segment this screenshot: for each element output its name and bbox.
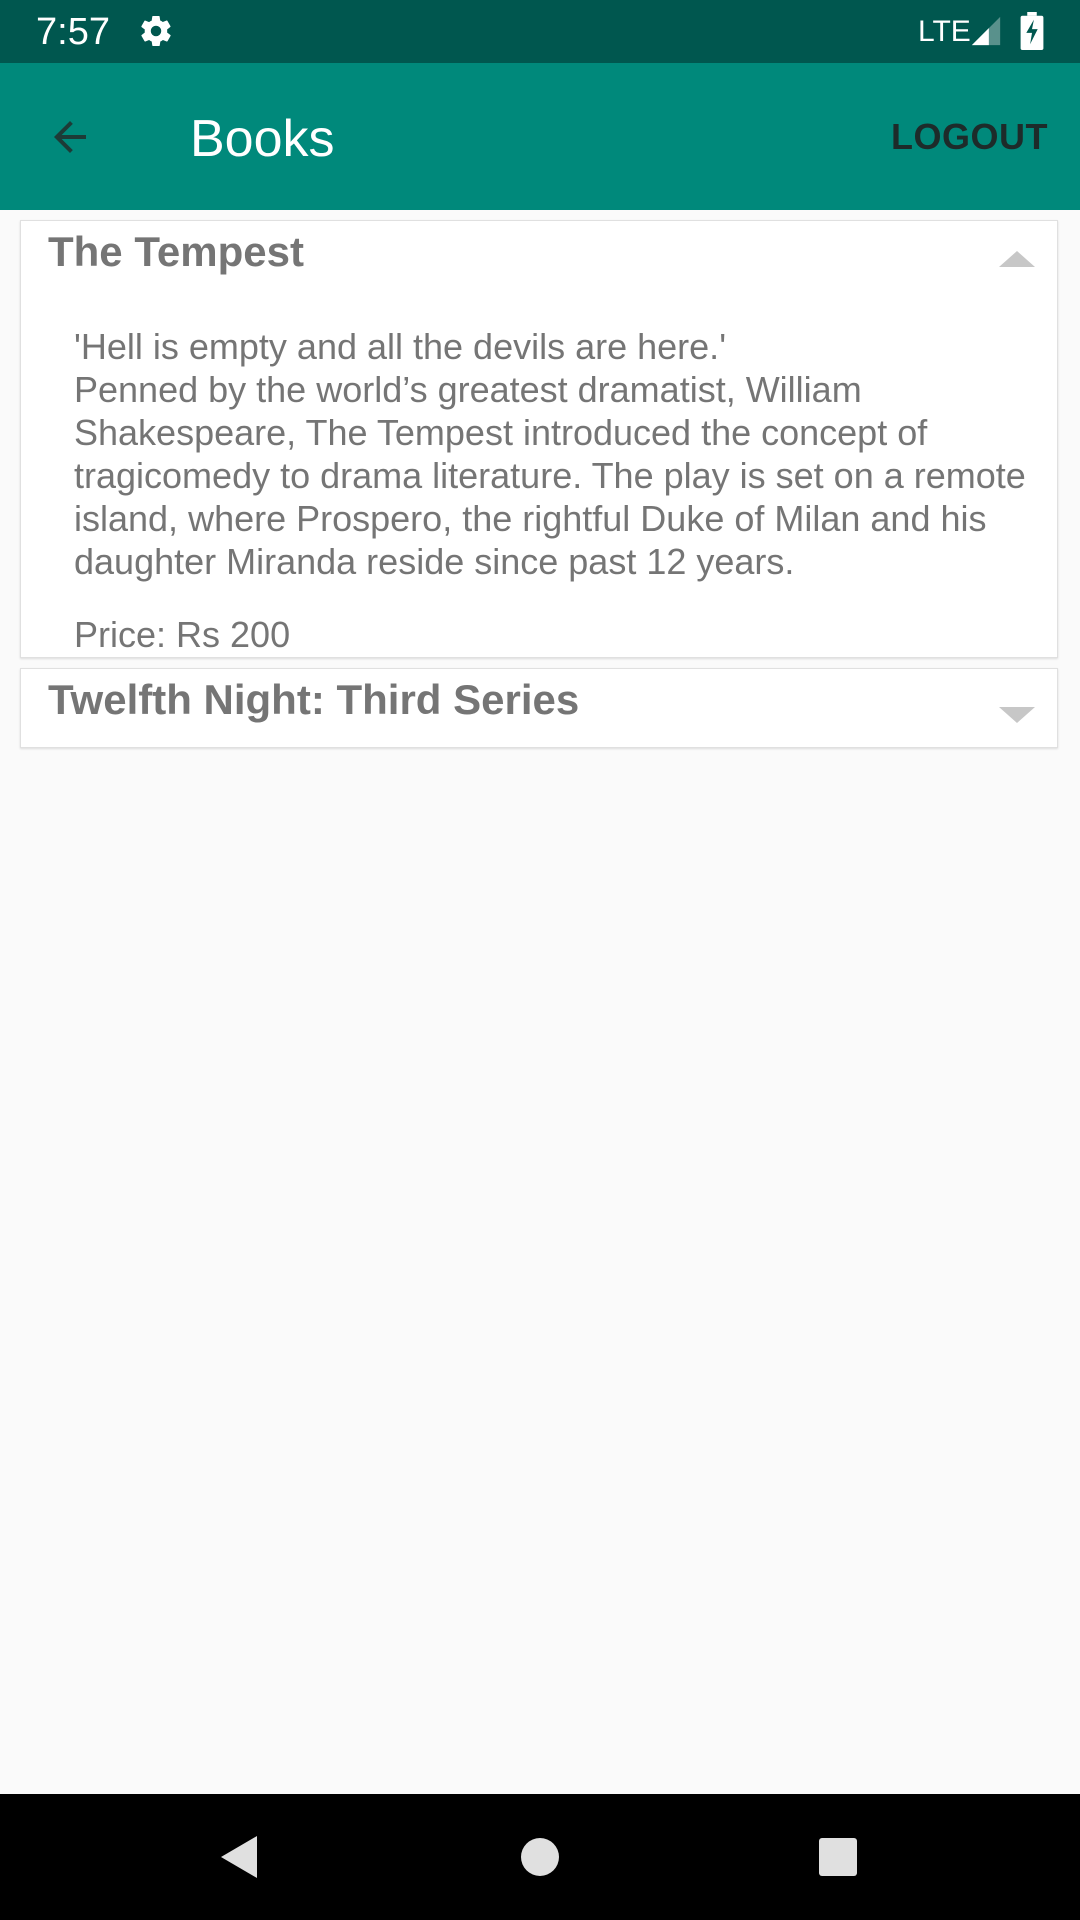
network-type: LTE [918, 15, 971, 48]
book-title[interactable]: Twelfth Night: Third Series [48, 675, 579, 725]
nav-recents-icon [819, 1838, 857, 1876]
settings-gear-icon [141, 16, 171, 47]
navigation-bar [0, 1794, 1080, 1920]
book-title[interactable]: The Tempest [48, 227, 304, 277]
logout-button[interactable]: LOGOUT [891, 115, 1048, 159]
app-bar: Books LOGOUT [0, 63, 1080, 210]
page-title: Books [190, 110, 335, 168]
book-description: 'Hell is empty and all the devils are he… [74, 325, 1057, 583]
book-quote: 'Hell is empty and all the devils are he… [74, 326, 727, 367]
book-summary: Penned by the world’s greatest dramatist… [74, 369, 1026, 582]
collapse-arrow-icon[interactable] [999, 249, 1035, 269]
nav-back-icon [221, 1836, 257, 1878]
book-price: Price: Rs 200 [74, 614, 291, 655]
nav-back-button[interactable] [208, 1827, 268, 1887]
nav-home-button[interactable] [510, 1827, 570, 1887]
expand-arrow-icon[interactable] [999, 705, 1035, 725]
back-button[interactable] [34, 101, 106, 173]
status-time: 7:57 [36, 11, 110, 53]
nav-recents-button[interactable] [808, 1827, 868, 1887]
book-card-twelfth-night[interactable]: Twelfth Night: Third Series [20, 668, 1058, 748]
battery-charging-icon [1020, 12, 1044, 50]
status-bar: 7:57 LTE [0, 0, 1080, 63]
signal-icon [971, 16, 1001, 46]
arrow-back-icon [54, 121, 86, 153]
nav-home-icon [521, 1838, 559, 1876]
book-card-the-tempest: The Tempest 'Hell is empty and all the d… [20, 220, 1058, 658]
